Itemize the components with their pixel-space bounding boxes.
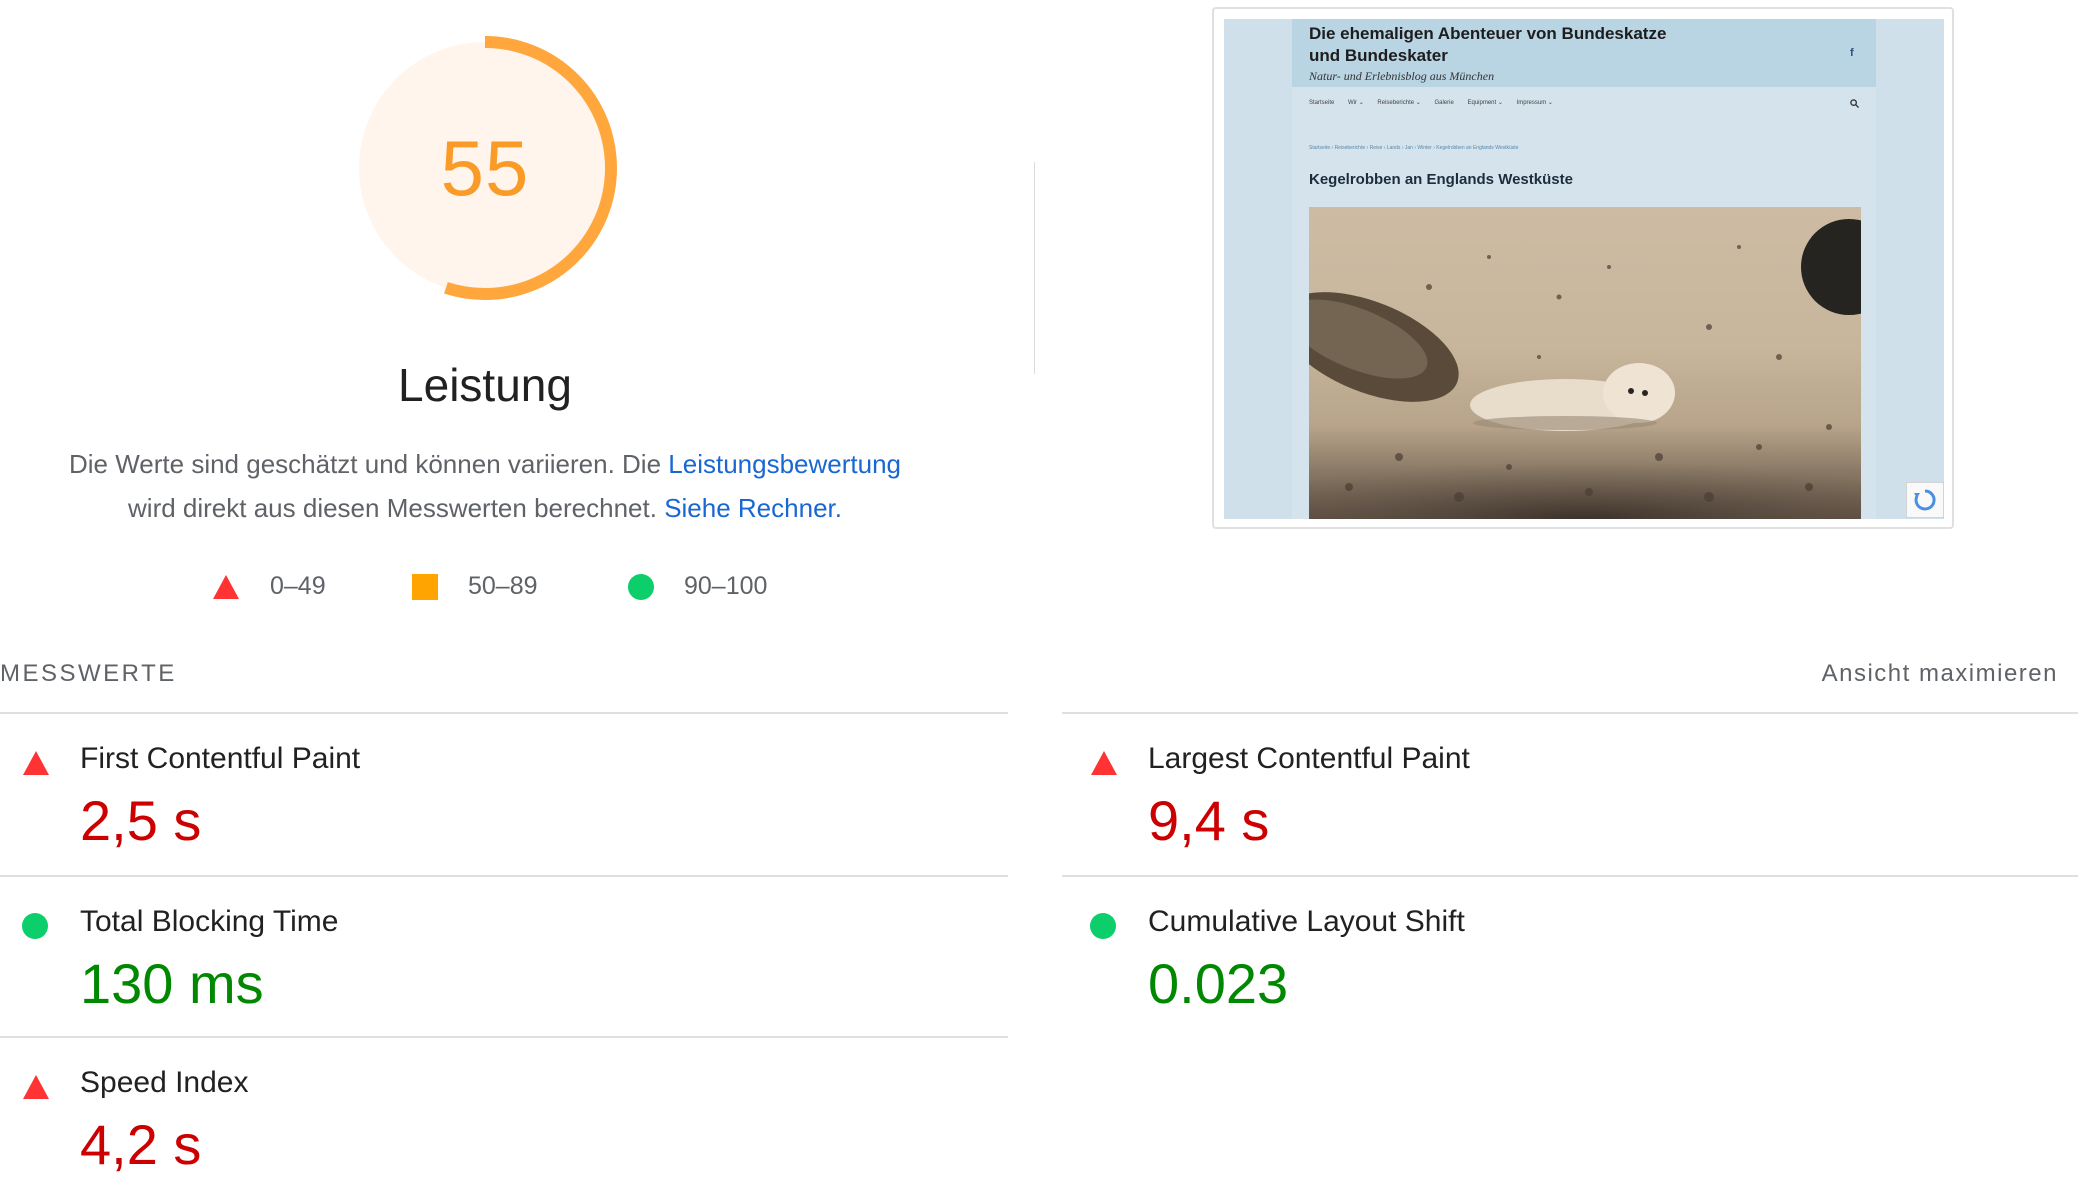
metric-name: Largest Contentful Paint [1148,742,1470,775]
triangle-icon [23,751,49,775]
expand-view-toggle[interactable]: Ansicht maximieren [1822,660,2058,688]
recaptcha-badge [1906,482,1944,518]
square-icon [412,573,438,600]
circle-icon [628,573,654,600]
legend-item-average: 50–89 [412,572,538,601]
metric-value: 4,2 s [80,1113,202,1176]
performance-score-link[interactable]: Leistungsbewertung [668,449,901,479]
score-legend: 0–49 50–89 90–100 [0,572,970,612]
performance-gauge: 55 [345,28,625,308]
performance-score: 55 [440,123,530,212]
metric-value: 2,5 s [80,789,202,852]
nav-item: Reiseberichte ⌄ [1377,100,1421,106]
circle-icon [1090,913,1116,939]
recaptcha-icon [1914,489,1936,511]
screenshot-canvas: Die ehemaligen Abenteuer von Bundeskatze… [1224,19,1944,519]
vertical-divider [1034,162,1035,374]
article-title: Kegelrobben an Englands Westküste [1309,171,1573,188]
seal-photo [1309,207,1861,519]
legend-range: 50–89 [468,572,538,600]
metric-name: Total Blocking Time [80,905,339,938]
category-description: Die Werte sind geschätzt und können vari… [40,442,930,530]
nav-item: Startseite [1309,100,1335,106]
metric-speed-index: Speed Index 4,2 s [0,1036,900,1196]
facebook-icon: f [1850,47,1854,59]
screenshot-page: Die ehemaligen Abenteuer von Bundeskatze… [1292,19,1876,519]
search-icon [1850,99,1859,108]
metric-name: First Contentful Paint [80,742,361,775]
legend-range: 0–49 [270,572,326,600]
final-screenshot[interactable]: Die ehemaligen Abenteuer von Bundeskatze… [1212,7,1954,529]
nav-item: Wir ⌄ [1348,100,1364,106]
site-nav: Startseite Wir ⌄ Reiseberichte ⌄ Galerie… [1309,99,1869,113]
metric-name: Cumulative Layout Shift [1148,905,1465,938]
legend-item-pass: 90–100 [628,572,767,601]
metric-largest-contentful-paint: Largest Contentful Paint 9,4 s [1068,712,1968,872]
metric-value: 130 ms [80,952,264,1015]
description-text: Die Werte sind geschätzt und können vari… [68,449,662,479]
seal-photo-drawing [1309,219,1861,519]
site-header: Die ehemaligen Abenteuer von Bundeskatze… [1292,19,1876,87]
site-title: Die ehemaligen Abenteuer von Bundeskatze… [1309,24,1667,65]
triangle-icon [1091,751,1117,775]
nav-item: Impressum ⌄ [1516,100,1553,106]
metric-cumulative-layout-shift: Cumulative Layout Shift 0.023 [1068,875,1968,1035]
description-text-2: wird direkt aus diesen Messwerten berech… [128,493,657,523]
metric-value: 0.023 [1148,952,1289,1015]
triangle-icon [213,574,239,599]
site-tagline: Natur- und Erlebnisblog aus München [1309,69,1495,83]
site-breadcrumbs: Startseite › Reiseberichte › Reise › Lan… [1309,145,1519,151]
metric-total-blocking-time: Total Blocking Time 130 ms [0,875,900,1035]
category-title: Leistung [398,359,572,411]
metric-value: 9,4 s [1148,789,1270,852]
metric-name: Speed Index [80,1066,249,1099]
circle-icon [22,913,48,939]
legend-item-fail: 0–49 [212,572,326,601]
nav-item: Equipment ⌄ [1467,100,1503,106]
metric-first-contentful-paint: First Contentful Paint 2,5 s [0,712,900,872]
metrics-section-label: MESSWERTE [0,660,177,687]
calculator-link[interactable]: Siehe Rechner. [664,493,842,523]
legend-range: 90–100 [684,572,768,600]
triangle-icon [23,1075,49,1099]
nav-item: Galerie [1434,100,1454,106]
